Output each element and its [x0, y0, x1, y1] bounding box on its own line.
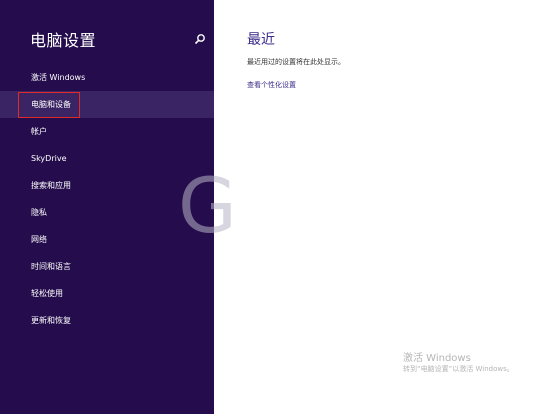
sidebar-item-activate-windows[interactable]: 激活 Windows	[0, 64, 214, 91]
sidebar-item-label: 搜索和应用	[31, 181, 71, 190]
sidebar-item-label: 轻松使用	[31, 289, 63, 298]
personalize-settings-link[interactable]: 查看个性化设置	[247, 80, 296, 90]
sidebar-item-label: 隐私	[31, 208, 47, 217]
sidebar-item-label: 电脑和设备	[31, 100, 71, 109]
page-title: 电脑设置	[30, 31, 97, 50]
sidebar-item-label: 帐户	[31, 127, 47, 136]
sidebar-item-label: 网络	[31, 235, 47, 244]
sidebar-item-ease-of-access[interactable]: 轻松使用	[0, 280, 214, 307]
watermark-logo: G	[178, 161, 237, 250]
section-title: 最近	[247, 32, 275, 48]
sidebar-item-pc-and-devices[interactable]: 电脑和设备	[0, 91, 214, 118]
search-icon[interactable]	[194, 33, 206, 45]
sidebar-item-label: SkyDrive	[31, 154, 67, 163]
sidebar-item-time-and-language[interactable]: 时间和语言	[0, 253, 214, 280]
sidebar-item-update-and-recovery[interactable]: 更新和恢复	[0, 307, 214, 334]
section-description: 最近用过的设置将在此处显示。	[247, 58, 345, 66]
activation-watermark-title: 激活 Windows	[403, 353, 471, 364]
sidebar-item-label: 更新和恢复	[31, 316, 71, 325]
sidebar-item-label: 激活 Windows	[31, 73, 86, 82]
sidebar-item-accounts[interactable]: 帐户	[0, 118, 214, 145]
sidebar-item-label: 时间和语言	[31, 262, 71, 271]
activation-watermark-subtitle: 转到“电脑设置”以激活 Windows。	[403, 365, 514, 373]
